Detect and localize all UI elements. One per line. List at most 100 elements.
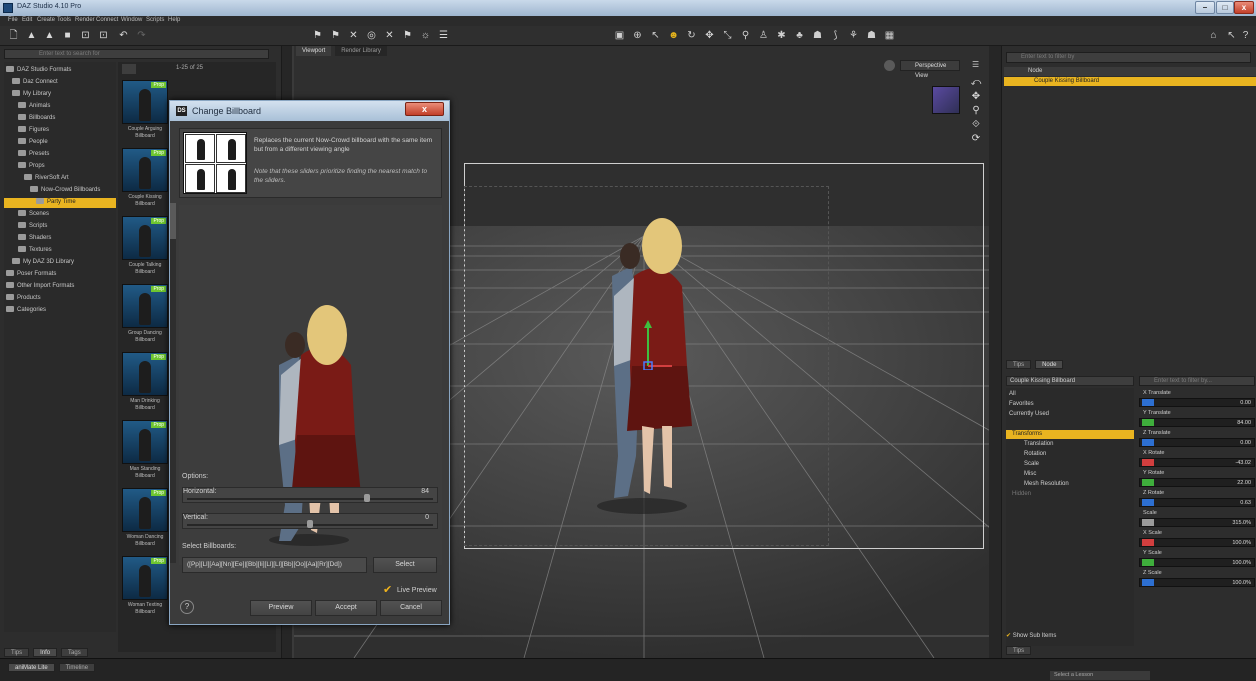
tree-item[interactable]: DAZ Studio Formats	[4, 66, 116, 76]
tab-tips[interactable]: Tips	[4, 648, 30, 657]
billboard-thumbnail[interactable]: Prop	[122, 284, 168, 328]
tree-item[interactable]: Shaders	[4, 234, 116, 244]
render-album-icon[interactable]: ✕	[384, 30, 395, 41]
tab-info[interactable]: Info	[33, 648, 58, 657]
scene-search[interactable]: Enter text to filter by	[1006, 52, 1251, 63]
accept-button[interactable]: Accept	[315, 600, 377, 616]
whats-this-icon[interactable]: ↖	[1226, 30, 1237, 41]
menu-edit[interactable]: Edit	[22, 17, 32, 23]
dialog-close-button[interactable]: x	[405, 102, 444, 116]
tab-viewport[interactable]: Viewport	[296, 46, 332, 56]
param-slider-bar[interactable]: 315.0%	[1139, 518, 1255, 527]
minimize-button[interactable]: –	[1195, 1, 1215, 14]
vertical-knob[interactable]	[307, 520, 313, 528]
save-icon[interactable]: ■	[62, 30, 73, 41]
param-slider-bar[interactable]: 84.00	[1139, 418, 1255, 427]
node-selection-icon[interactable]: ↖	[650, 30, 661, 41]
export-icon[interactable]: ⊡	[98, 30, 109, 41]
region-nav-icon[interactable]: ☗	[812, 30, 823, 41]
scale-tool-icon[interactable]: ⤡	[722, 30, 733, 41]
tree-item[interactable]: Poser Formats	[4, 270, 116, 280]
iray-icon[interactable]: ✕	[348, 30, 359, 41]
tree-item[interactable]: Products	[4, 294, 116, 304]
tree-item[interactable]: Scripts	[4, 222, 116, 232]
param-slider-bar[interactable]: 100.0%	[1139, 538, 1255, 547]
billboard-thumbnail[interactable]: Prop	[122, 420, 168, 464]
vertical-slider[interactable]: Vertical: 0	[182, 513, 438, 529]
view-cube[interactable]	[932, 86, 960, 114]
active-pose-icon[interactable]: ☻	[668, 30, 679, 41]
param-slider[interactable]: X Scale 100.0%	[1139, 530, 1255, 549]
tree-item[interactable]: Scenes	[4, 210, 116, 220]
scene-item-couple-kissing[interactable]: Couple Kissing Billboard	[1004, 77, 1256, 86]
spot-render-icon[interactable]: ◎	[366, 30, 377, 41]
merge-icon[interactable]: ▲	[44, 30, 55, 41]
param-slider[interactable]: Z Translate 0.00	[1139, 430, 1255, 449]
tree-item[interactable]: Textures	[4, 246, 116, 256]
tab-tips-bottom[interactable]: Tips	[1006, 646, 1032, 655]
param-slider[interactable]: X Translate 0.00	[1139, 390, 1255, 409]
weight-map-icon[interactable]: ☗	[866, 30, 877, 41]
maximize-button[interactable]: □	[1216, 1, 1234, 14]
lights-icon[interactable]: ☼	[420, 30, 431, 41]
redo-icon[interactable]: ↷	[136, 30, 147, 41]
menu-file[interactable]: File	[8, 17, 18, 23]
horizontal-knob[interactable]	[363, 494, 370, 502]
render-settings-icon[interactable]: ⚑	[312, 30, 323, 41]
rotate-tool-icon[interactable]: ↻	[686, 30, 697, 41]
geometry-editor-icon[interactable]: ✱	[776, 30, 787, 41]
draw-style-icon[interactable]	[884, 60, 895, 71]
param-slider[interactable]: Z Scale 100.0%	[1139, 570, 1255, 589]
select-button[interactable]: Select	[373, 557, 437, 573]
tab-animate-lite[interactable]: aniMate Lite	[8, 663, 55, 672]
node-select[interactable]: Couple Kissing Billboard	[1006, 376, 1134, 386]
params-search[interactable]: Enter text to filter by...	[1139, 376, 1255, 386]
cancel-button[interactable]: Cancel	[380, 600, 442, 616]
param-slider-bar[interactable]: 22.00	[1139, 478, 1255, 487]
param-slider[interactable]: X Rotate -43.02	[1139, 450, 1255, 469]
viewport-menu-icon[interactable]: ☰	[972, 60, 980, 70]
tree-item[interactable]: My Library	[4, 90, 116, 100]
show-sub-items[interactable]: ✔ Show Sub Items	[1006, 632, 1056, 639]
tree-item[interactable]: Daz Connect	[4, 78, 116, 88]
menu-render[interactable]: Render	[75, 17, 95, 23]
preview-button[interactable]: Preview	[250, 600, 312, 616]
param-slider-bar[interactable]: -43.02	[1139, 458, 1255, 467]
tree-item[interactable]: My DAZ 3D Library	[4, 258, 116, 268]
undo-icon[interactable]: ↶	[118, 30, 129, 41]
spot-light-icon[interactable]: ⟆	[830, 30, 841, 41]
nav-controls[interactable]: ⤺ ✥ ⚲ ⟐ ⟳	[970, 76, 982, 146]
tree-item[interactable]: Figures	[4, 126, 116, 136]
horizontal-track[interactable]	[187, 498, 433, 500]
param-slider[interactable]: Y Scale 100.0%	[1139, 550, 1255, 569]
dialog-title-bar[interactable]: DS Change Billboard x	[170, 101, 449, 121]
tree-item[interactable]: Party Time	[4, 198, 116, 208]
content-search[interactable]: Enter text to search for	[4, 49, 269, 59]
open-icon[interactable]: ▲	[26, 30, 37, 41]
nav-back-button[interactable]	[122, 64, 136, 74]
tree-item[interactable]: Billboards	[4, 114, 116, 124]
live-preview-checkbox[interactable]: ✔	[383, 585, 392, 596]
tree-item[interactable]: People	[4, 138, 116, 148]
billboard-thumbnail[interactable]: Prop	[122, 216, 168, 260]
billboard-thumbnail[interactable]: Prop	[122, 352, 168, 396]
surface-selection-icon[interactable]: ♣	[794, 30, 805, 41]
param-slider[interactable]: Y Translate 84.00	[1139, 410, 1255, 429]
billboard-thumbnail[interactable]: Prop	[122, 80, 168, 124]
scene-tool-icon[interactable]: ▣	[614, 30, 625, 41]
universal-tool-icon[interactable]: ⊕	[632, 30, 643, 41]
import-icon[interactable]: ⊡	[80, 30, 91, 41]
param-slider-bar[interactable]: 0.63	[1139, 498, 1255, 507]
param-slider[interactable]: Y Rotate 22.00	[1139, 470, 1255, 489]
camera-icon[interactable]: ⚑	[402, 30, 413, 41]
render-icon[interactable]: ⚑	[330, 30, 341, 41]
menu-connect[interactable]: Connect	[96, 17, 118, 23]
tree-item[interactable]: RiverSoft Art	[4, 174, 116, 184]
menu-window[interactable]: Window	[121, 17, 142, 23]
billboard-pattern-field[interactable]: ([Pp][Ll][Aa][Nn][Ee]|[Bb][Ii][Ll][Ll][B…	[182, 557, 367, 573]
tab-node[interactable]: Node	[1035, 360, 1064, 369]
home-icon[interactable]: ⌂	[1208, 30, 1219, 41]
joint-editor-icon[interactable]: ⚲	[740, 30, 751, 41]
param-slider[interactable]: Scale 315.0%	[1139, 510, 1255, 529]
horizontal-slider[interactable]: Horizontal: 84	[182, 487, 438, 503]
